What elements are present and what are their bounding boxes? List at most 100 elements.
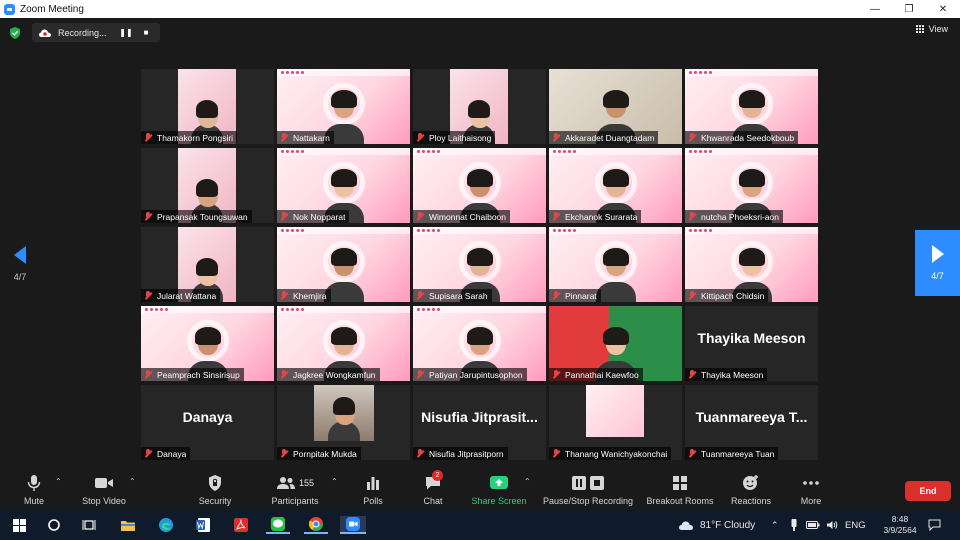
participant-tile[interactable]: Peamprach Sinsirisup — [141, 306, 274, 381]
participant-tile[interactable]: nutcha Phoeksri-aon — [685, 148, 818, 223]
participant-tile[interactable]: Pornpitak Mukda — [277, 385, 410, 460]
participant-tile[interactable]: Danaya Danaya — [141, 385, 274, 460]
stop-video-label: Stop Video — [82, 496, 126, 506]
audio-options-caret-icon[interactable]: ⌃ — [55, 477, 62, 486]
video-camera-icon — [94, 472, 114, 494]
previous-page-button[interactable]: 4/7 — [0, 232, 40, 296]
mute-button[interactable]: Mute — [16, 466, 52, 510]
search-circle-icon[interactable] — [45, 516, 63, 534]
battery-icon[interactable] — [806, 510, 820, 540]
line-app-icon[interactable] — [266, 516, 290, 534]
cloud-weather-icon — [679, 521, 693, 530]
usb-device-icon[interactable] — [790, 510, 798, 540]
microphone-muted-icon — [144, 370, 152, 379]
participant-tile[interactable]: Prapansak Toungsuwan — [141, 148, 274, 223]
system-clock[interactable]: 8:48 3/9/2564 — [880, 514, 920, 536]
participant-tile[interactable]: Thayika Meeson Thayika Meeson — [685, 306, 818, 381]
participant-tile[interactable]: Jularat Wattana — [141, 227, 274, 302]
show-hidden-icons-icon[interactable]: ⌃ — [771, 510, 779, 540]
edge-browser-icon[interactable] — [157, 516, 175, 534]
reactions-button[interactable]: Reactions — [728, 466, 774, 510]
input-language[interactable]: ENG — [845, 510, 866, 540]
participant-name-tag: Tuanmareeya Tuan — [685, 447, 779, 460]
participant-tile[interactable]: Supisara Sarah — [413, 227, 546, 302]
participant-tile[interactable]: Wimonnat Chaiboon — [413, 148, 546, 223]
microphone-muted-icon — [280, 291, 288, 300]
page-indicator-left: 4/7 — [13, 272, 27, 282]
participant-name-tag: Thanang Wanichyakonchai — [549, 447, 672, 460]
participant-tile[interactable]: Pannathai Kaewfoo — [549, 306, 682, 381]
participant-tile[interactable]: Khemjira — [277, 227, 410, 302]
weather-widget[interactable]: 81°F Cloudy — [678, 510, 755, 540]
microphone-muted-icon — [552, 449, 560, 458]
share-screen-button[interactable]: Share Screen — [470, 466, 528, 510]
participant-name: Supisara Sarah — [429, 290, 488, 301]
participant-name: Tuanmareeya Tuan — [701, 448, 775, 459]
reactions-label: Reactions — [730, 496, 772, 506]
security-button[interactable]: Security — [195, 466, 235, 510]
clock-time: 8:48 — [891, 514, 909, 524]
encryption-shield-icon[interactable] — [8, 26, 22, 40]
end-meeting-button[interactable]: End — [905, 481, 951, 501]
task-view-icon[interactable] — [80, 516, 98, 534]
participant-tile[interactable]: Jagkree Wongkamfun — [277, 306, 410, 381]
view-button[interactable]: View — [915, 24, 948, 34]
word-app-icon[interactable] — [194, 516, 212, 534]
participant-tile[interactable]: Nok Nopparat — [277, 148, 410, 223]
participant-name-tag: nutcha Phoeksri-aon — [685, 210, 783, 223]
clock-date: 3/9/2564 — [883, 525, 917, 535]
participant-tile[interactable]: Thamakorn Pongsiri — [141, 69, 274, 144]
slide-header-strip — [685, 148, 818, 155]
mute-label: Mute — [23, 496, 44, 506]
windows-taskbar: 81°F Cloudy ⌃ ENG 8:48 3/9/2564 — [0, 510, 960, 540]
video-options-caret-icon[interactable]: ⌃ — [129, 477, 136, 486]
stop-recording-button[interactable]: ■ — [138, 25, 154, 41]
participant-tile[interactable]: Thanang Wanichyakonchai — [549, 385, 682, 460]
more-button[interactable]: More — [796, 466, 826, 510]
minimize-icon[interactable]: — — [858, 0, 892, 18]
participant-name-tag: Pinnarat — [549, 289, 601, 302]
participant-name-tag: Peamprach Sinsirisup — [141, 368, 244, 381]
participant-tile[interactable]: Ekchanok Surarata — [549, 148, 682, 223]
slide-header-strip — [277, 69, 410, 76]
stop-video-button[interactable]: Stop Video — [78, 466, 130, 510]
chrome-browser-icon[interactable] — [304, 516, 328, 534]
microphone-muted-icon — [552, 212, 560, 221]
share-options-caret-icon[interactable]: ⌃ — [524, 477, 531, 486]
participant-name: Pinnarat — [565, 290, 597, 301]
participant-tile[interactable]: Akkaradet Duangtadam — [549, 69, 682, 144]
next-page-button[interactable]: 4/7 — [915, 230, 960, 296]
volume-icon[interactable] — [826, 510, 838, 540]
participant-name: Thayika Meeson — [701, 369, 764, 380]
pdf-reader-icon[interactable] — [232, 516, 250, 534]
chat-button[interactable]: 2 Chat — [418, 466, 448, 510]
participant-tile[interactable]: Nattakarn — [277, 69, 410, 144]
zoom-app-icon[interactable] — [340, 516, 366, 534]
polls-button[interactable]: Polls — [357, 466, 389, 510]
window-title: Zoom Meeting — [20, 3, 84, 15]
notifications-icon[interactable] — [928, 510, 941, 540]
restore-icon[interactable]: ❐ — [892, 0, 926, 18]
breakout-rooms-button[interactable]: Breakout Rooms — [644, 466, 716, 510]
participant-tile[interactable]: Khwanrada Seedokboub — [685, 69, 818, 144]
close-icon[interactable]: ✕ — [926, 0, 960, 18]
participant-name: Khemjira — [293, 290, 327, 301]
participant-name-tag: Jularat Wattana — [141, 289, 221, 302]
participant-name: Prapansak Toungsuwan — [157, 211, 248, 222]
windows-start-icon[interactable] — [10, 516, 28, 534]
participant-tile[interactable]: Kittipach Chidsin — [685, 227, 818, 302]
pause-stop-recording-button[interactable]: Pause/Stop Recording — [540, 466, 636, 510]
participants-options-caret-icon[interactable]: ⌃ — [331, 477, 338, 486]
participant-name: Nok Nopparat — [293, 211, 346, 222]
participants-button[interactable]: 155 Participants — [266, 466, 324, 510]
participant-tile[interactable]: Ploy Laithaisong — [413, 69, 546, 144]
participant-tile[interactable]: Pinnarat — [549, 227, 682, 302]
file-explorer-icon[interactable] — [119, 516, 137, 534]
microphone-muted-icon — [280, 370, 288, 379]
participant-tile[interactable]: Patiyan Jarupintusophon — [413, 306, 546, 381]
participant-tile[interactable]: Nisufia Jitprasit... Nisufia Jitprasitpor… — [413, 385, 546, 460]
share-screen-icon — [489, 472, 509, 494]
participant-tile[interactable]: Tuanmareeya T... Tuanmareeya Tuan — [685, 385, 818, 460]
participant-name-tag: Patiyan Jarupintusophon — [413, 368, 527, 381]
pause-recording-button[interactable]: ❚❚ — [118, 25, 134, 41]
